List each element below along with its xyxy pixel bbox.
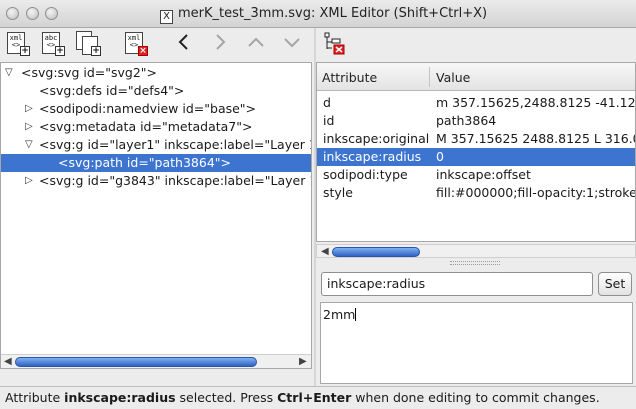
status-shortcut: Ctrl+Enter [277,390,352,405]
attribute-value: inkscape:offset [436,167,531,182]
scroll-left-icon[interactable]: ◀ [321,245,329,259]
attribute-row[interactable]: d m 357.15625,2488.8125 -41.12 [317,94,635,112]
tree-node-label: <svg:g id="g3843" inkscape:label="Layer … [39,173,312,188]
tree-node-label: <svg:defs id="defs4"> [39,83,185,98]
tree-horizontal-scrollbar[interactable]: ◀ ▶ [1,354,311,368]
delete-node-button[interactable]: xml <> × [122,30,148,56]
tree-node-label: <svg:svg id="svg2"> [21,65,157,80]
add-icon: + [20,46,30,56]
attribute-value: m 357.15625,2488.8125 -41.12 [436,95,636,110]
delete-attribute-icon [324,32,345,55]
status-attribute-name: inkscape:radius [64,390,176,405]
xml-node-tree[interactable]: ▽ <svg:svg id="svg2"> <svg:defs id="defs… [0,62,312,369]
pane-resize-handle[interactable] [450,261,500,265]
tree-node[interactable]: ▷ <svg:metadata id="metadata7"> [1,118,311,136]
new-element-node-button[interactable]: xml <> + [4,30,30,56]
scrollbar-thumb[interactable] [332,247,420,257]
tree-node[interactable]: <svg:defs id="defs4"> [1,82,311,100]
attribute-row[interactable]: id path3864 [317,112,635,130]
tree-node-label: <svg:path id="path3864"> [58,155,232,170]
status-text: when done editing to commit changes. [351,390,600,405]
attribute-value: 0 [436,149,444,164]
attribute-row[interactable]: sodipodi:type inkscape:offset [317,166,635,184]
indent-node-button[interactable] [209,31,231,58]
column-header-value[interactable]: Value [436,70,470,85]
attribute-name-input[interactable]: inkscape:radius [321,272,593,296]
column-separator[interactable] [429,67,430,87]
attribute-row[interactable]: style fill:#000000;fill-opacity:1;stroke [317,184,635,202]
window-title-text: merK_test_3mm.svg: XML Editor (Shift+Ctr… [178,6,488,21]
tree-node[interactable]: ▽ <svg:g id="layer1" inkscape:label="Lay… [1,136,311,154]
status-text: Attribute [5,390,65,405]
attribute-toolbar [316,28,636,60]
attribute-name: sodipodi:type [323,167,408,182]
attributes-table[interactable]: Attribute Value d m 357.15625,2488.8125 … [316,62,636,242]
chevron-down-icon [284,38,300,48]
tree-toolbar: xml <> + abc <> + + xml <> × [0,28,316,60]
chevron-up-icon [248,37,264,47]
attribute-row-selected[interactable]: inkscape:radius 0 [317,148,635,166]
column-header-attribute[interactable]: Attribute [322,70,377,85]
minimize-window-button[interactable] [26,7,39,20]
tree-node[interactable]: ▷ <sodipodi:namedview id="base"> [1,100,311,118]
expander-closed-icon[interactable]: ▷ [25,172,33,190]
attribute-name: inkscape:radius [323,149,422,164]
status-bar: Attribute inkscape:radius selected. Pres… [0,386,636,409]
app-icon: X [160,10,173,24]
tree-node-label: <svg:metadata id="metadata7"> [39,119,253,134]
lower-node-button[interactable] [281,31,303,58]
delete-icon: × [138,46,148,56]
expander-open-icon[interactable]: ▽ [25,136,33,154]
attribute-name: inkscape:original [323,131,430,146]
text-caret [355,308,357,321]
attributes-horizontal-scrollbar[interactable]: ◀ [316,244,636,258]
attribute-name: style [323,185,353,200]
status-text: selected. Press [175,390,278,405]
tree-node-selected[interactable]: <svg:path id="path3864"> [1,154,311,172]
chevron-left-icon [178,34,188,50]
attribute-value: path3864 [436,113,497,128]
tree-node-label: <svg:g id="layer1" inkscape:label="Layer… [39,137,312,152]
add-icon: + [55,46,65,56]
close-window-button[interactable] [6,7,19,20]
chevron-right-icon [216,34,226,50]
scrollbar-thumb[interactable] [15,357,257,367]
expander-closed-icon[interactable]: ▷ [25,118,33,136]
tree-node[interactable]: ▽ <svg:svg id="svg2"> [1,64,311,82]
unindent-node-button[interactable] [173,31,195,58]
new-text-node-button[interactable]: abc <> + [39,30,65,56]
title-bar: XmerK_test_3mm.svg: XML Editor (Shift+Ct… [0,0,636,28]
attributes-table-header: Attribute Value [317,63,635,91]
attribute-value-textarea[interactable]: 2mm [320,302,633,384]
delete-attribute-button[interactable] [322,31,346,55]
maximize-window-button[interactable] [45,7,58,20]
attribute-name: d [323,95,331,110]
tree-node-label: <sodipodi:namedview id="base"> [39,101,257,116]
attribute-row[interactable]: inkscape:original M 357.15625 2488.8125 … [317,130,635,148]
attribute-value: M 357.15625 2488.8125 L 316.0 [436,131,636,146]
set-attribute-button[interactable]: Set [598,272,632,296]
attribute-name: id [323,113,335,128]
attribute-value: fill:#000000;fill-opacity:1;stroke [436,185,636,200]
window-title: XmerK_test_3mm.svg: XML Editor (Shift+Ct… [160,6,487,24]
duplicate-node-button[interactable]: + [75,30,101,56]
expander-open-icon[interactable]: ▽ [5,64,13,82]
expander-closed-icon[interactable]: ▷ [25,100,33,118]
raise-node-button[interactable] [245,31,267,58]
scroll-left-icon[interactable]: ◀ [4,355,12,368]
add-icon: + [91,46,101,56]
scroll-right-icon[interactable]: ▶ [299,355,307,368]
tree-node[interactable]: ▷ <svg:g id="g3843" inkscape:label="Laye… [1,172,311,190]
attribute-name-text: inkscape:radius [327,276,426,291]
attribute-value-text: 2mm [323,307,356,322]
